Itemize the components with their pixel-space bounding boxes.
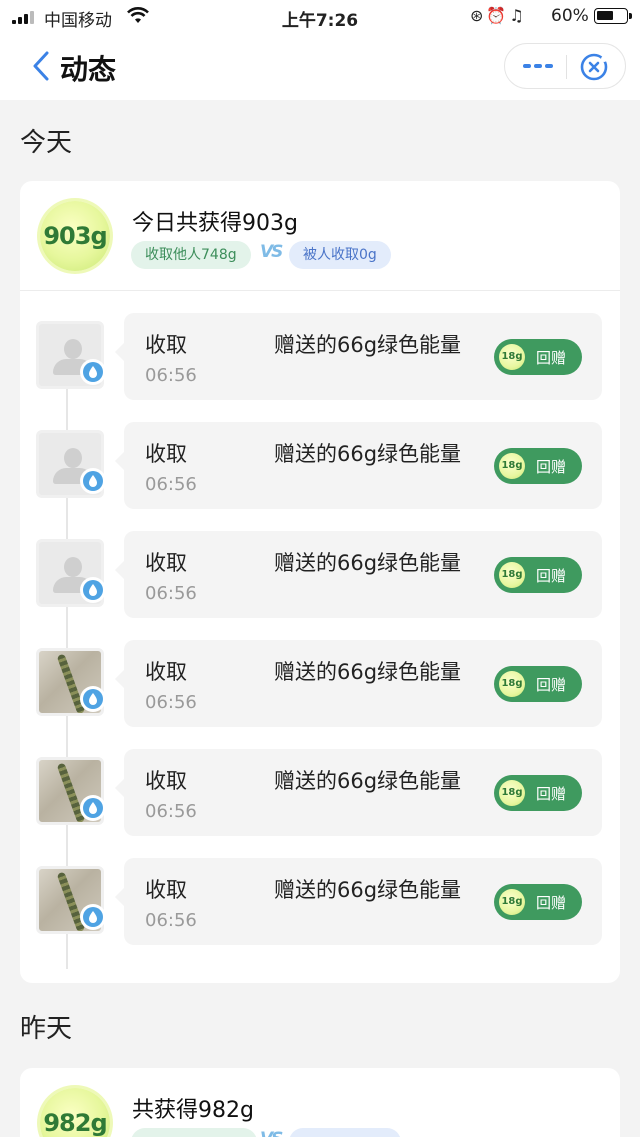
entry-time: 06:56	[145, 365, 197, 386]
energy-ball-icon: 18g	[499, 344, 525, 370]
entry-action: 收取	[145, 660, 187, 684]
entry-description: 赠送的66g绿色能量	[274, 769, 462, 793]
entry-time: 06:56	[145, 583, 197, 604]
mini-program-capsule	[504, 43, 626, 89]
water-drop-icon	[80, 795, 106, 821]
energy-badge-value: 982g	[43, 1109, 107, 1137]
default-avatar-icon	[64, 448, 82, 468]
default-avatar-icon	[64, 339, 82, 359]
return-gift-button[interactable]: 18g 回赠	[494, 884, 582, 920]
energy-entry: 收取 赠送的66g绿色能量 06:56 18g 回赠	[20, 531, 620, 621]
gift-amount: 18g	[501, 896, 523, 907]
gift-amount: 18g	[501, 460, 523, 471]
energy-badge-value: 903g	[43, 222, 107, 250]
more-dots-icon[interactable]	[521, 60, 555, 72]
entry-description: 赠送的66g绿色能量	[274, 551, 462, 575]
return-gift-label: 回赠	[536, 567, 567, 585]
water-drop-icon	[80, 904, 106, 930]
water-drop-icon	[80, 468, 106, 494]
water-drop-icon	[80, 686, 106, 712]
collected-from-others-pill	[131, 1128, 257, 1137]
entry-description: 赠送的66g绿色能量	[274, 333, 462, 357]
headphones-icon: ♫	[509, 6, 527, 25]
default-avatar-icon	[64, 557, 82, 577]
status-bar: 中国移动 上午7:26 ⊛⏰♫ 60%	[0, 0, 640, 34]
return-gift-button[interactable]: 18g 回赠	[494, 339, 582, 375]
nav-bar: 动态	[0, 34, 640, 100]
collected-by-others-pill	[289, 1128, 401, 1137]
return-gift-label: 回赠	[536, 676, 567, 694]
energy-ball-icon: 18g	[499, 453, 525, 479]
today-summary: 903g 今日共获得903g 收取他人748g VS 被人收取0g	[20, 181, 620, 291]
entry-action: 收取	[145, 442, 187, 466]
status-icons: ⊛⏰♫	[470, 6, 527, 25]
collected-by-others-pill: 被人收取0g	[289, 241, 391, 269]
summary-title: 今日共获得903g	[132, 211, 298, 236]
entry-description: 赠送的66g绿色能量	[274, 442, 462, 466]
energy-entry: 收取 赠送的66g绿色能量 06:56 18g 回赠	[20, 313, 620, 403]
section-yesterday-label: 昨天	[20, 1014, 73, 1044]
section-today-label: 今天	[20, 128, 73, 158]
summary-title: 共获得982g	[132, 1098, 254, 1123]
energy-ball-icon: 18g	[499, 780, 525, 806]
close-circle-icon[interactable]	[579, 52, 609, 82]
energy-ball-icon: 18g	[499, 562, 525, 588]
energy-badge: 903g	[40, 201, 110, 271]
today-card: 903g 今日共获得903g 收取他人748g VS 被人收取0g 收取赠送的6…	[20, 181, 620, 983]
gift-amount: 18g	[501, 678, 523, 689]
entry-action: 收取	[145, 878, 187, 902]
entry-description: 赠送的66g绿色能量	[274, 660, 462, 684]
gift-amount: 18g	[501, 351, 523, 362]
energy-entry: 收取 赠送的66g绿色能量 06:56 18g 回赠	[20, 640, 620, 730]
return-gift-button[interactable]: 18g 回赠	[494, 448, 582, 484]
entry-bubble: 收取 赠送的66g绿色能量 06:56 18g 回赠	[115, 858, 602, 945]
water-drop-icon	[80, 359, 106, 385]
gift-amount: 18g	[501, 787, 523, 798]
entry-bubble: 收取 赠送的66g绿色能量 06:56 18g 回赠	[115, 640, 602, 727]
entry-bubble: 收取 赠送的66g绿色能量 06:56 18g 回赠	[115, 531, 602, 618]
energy-ball-icon: 18g	[499, 889, 525, 915]
battery-percent: 60%	[551, 6, 589, 26]
entry-bubble: 收取 赠送的66g绿色能量 06:56 18g 回赠	[115, 422, 602, 509]
vs-icon: VS	[260, 242, 283, 262]
return-gift-label: 回赠	[536, 894, 567, 912]
entry-time: 06:56	[145, 692, 197, 713]
return-gift-label: 回赠	[536, 349, 567, 367]
chevron-left-icon[interactable]	[30, 50, 52, 82]
energy-entry: 收取 赠送的66g绿色能量 06:56 18g 回赠	[20, 858, 620, 948]
entry-time: 06:56	[145, 474, 197, 495]
entry-time: 06:56	[145, 910, 197, 931]
capsule-divider	[566, 55, 567, 79]
return-gift-label: 回赠	[536, 785, 567, 803]
clock: 上午7:26	[281, 11, 359, 31]
energy-entry: 收取 赠送的66g绿色能量 06:56 18g 回赠	[20, 749, 620, 839]
vs-icon: VS	[260, 1129, 283, 1137]
entry-bubble: 收取 赠送的66g绿色能量 06:56 18g 回赠	[115, 313, 602, 400]
entry-bubble: 收取 赠送的66g绿色能量 06:56 18g 回赠	[115, 749, 602, 836]
energy-ball-icon: 18g	[499, 671, 525, 697]
entry-action: 收取	[145, 333, 187, 357]
return-gift-button[interactable]: 18g 回赠	[494, 557, 582, 593]
entry-time: 06:56	[145, 801, 197, 822]
yesterday-card: 982g 共获得982g VS	[20, 1068, 620, 1137]
return-gift-label: 回赠	[536, 458, 567, 476]
entry-action: 收取	[145, 551, 187, 575]
return-gift-button[interactable]: 18g 回赠	[494, 666, 582, 702]
water-drop-icon	[80, 577, 106, 603]
page-title: 动态	[60, 53, 117, 86]
energy-badge: 982g	[40, 1088, 110, 1137]
collected-from-others-pill: 收取他人748g	[131, 241, 251, 269]
gift-amount: 18g	[501, 569, 523, 580]
battery-icon	[594, 8, 632, 24]
return-gift-button[interactable]: 18g 回赠	[494, 775, 582, 811]
yesterday-summary: 982g 共获得982g VS	[20, 1068, 620, 1137]
entry-action: 收取	[145, 769, 187, 793]
rotation-lock-icon: ⊛	[470, 6, 487, 25]
energy-entry: 收取 赠送的66g绿色能量 06:56 18g 回赠	[20, 422, 620, 512]
alarm-icon: ⏰	[486, 6, 510, 25]
entry-description: 赠送的66g绿色能量	[274, 878, 462, 902]
